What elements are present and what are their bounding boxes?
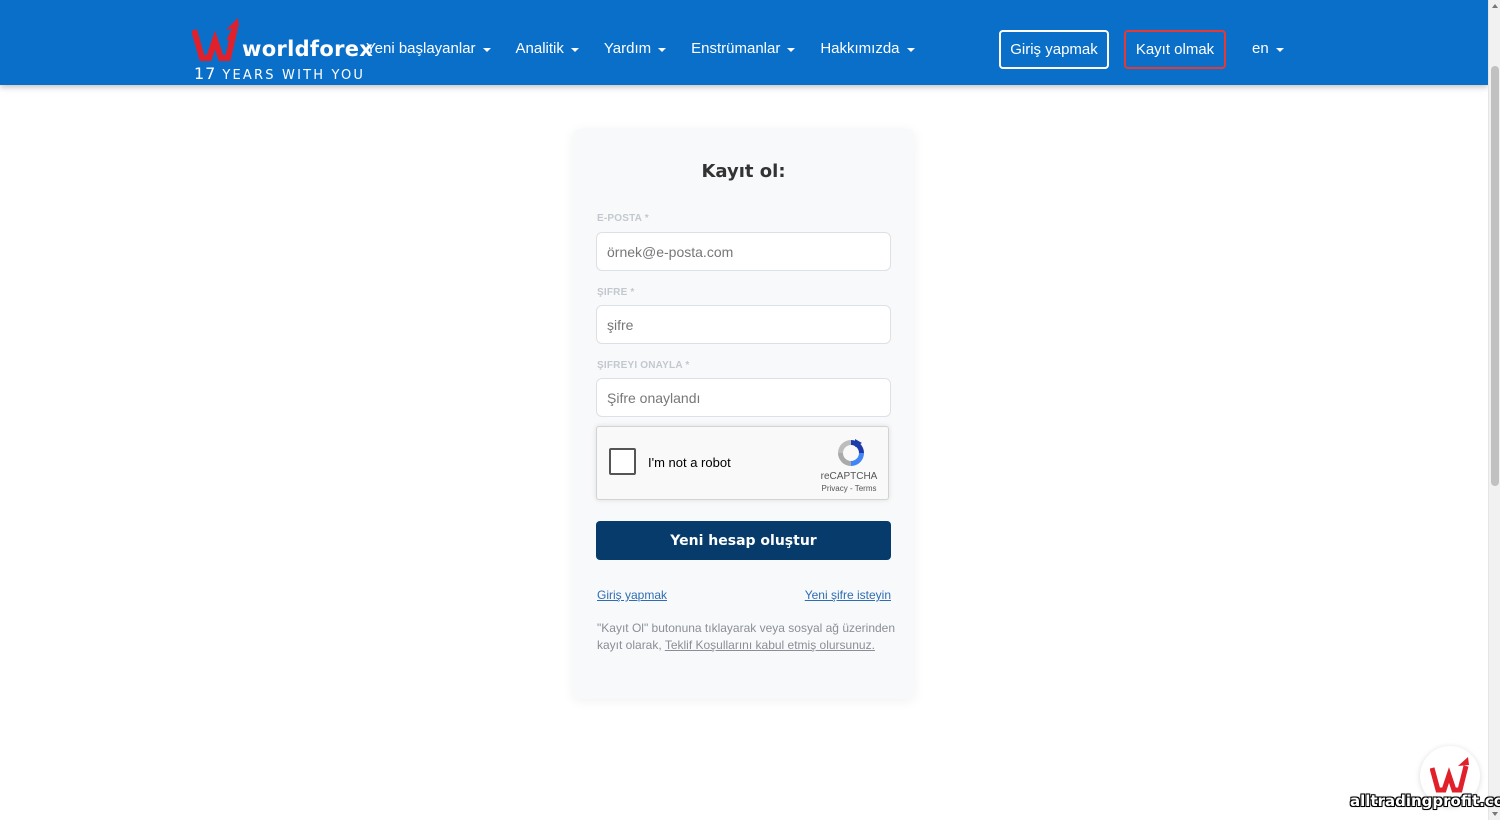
nav-item-label: Yeni başlayanlar bbox=[366, 40, 476, 57]
nav-item-about[interactable]: Hakkımızda bbox=[820, 40, 915, 57]
recaptcha-checkbox[interactable] bbox=[609, 448, 636, 475]
nav-item-beginners[interactable]: Yeni başlayanlar bbox=[366, 40, 491, 57]
logo-tagline: 17 YEARS WITH YOU bbox=[194, 64, 365, 83]
caret-down-icon bbox=[482, 47, 491, 52]
recaptcha-privacy-terms[interactable]: Privacy - Terms bbox=[811, 484, 887, 493]
email-field[interactable] bbox=[596, 232, 891, 271]
language-selector[interactable]: en bbox=[1252, 40, 1284, 57]
header-login-button[interactable]: Giriş yapmak bbox=[999, 30, 1109, 69]
terms-link[interactable]: Teklif Koşullarını kabul etmiş olursunuz… bbox=[665, 638, 875, 652]
logo-tagline-number: 17 bbox=[194, 64, 217, 83]
nav-item-help[interactable]: Yardım bbox=[603, 40, 667, 57]
recaptcha-widget: I'm not a robot reCAPTCHA Privacy - Term… bbox=[596, 426, 889, 500]
nav-item-label: Analitik bbox=[515, 40, 564, 57]
recaptcha-label: I'm not a robot bbox=[648, 455, 731, 470]
nav-item-label: Hakkımızda bbox=[820, 40, 900, 57]
terms-notice: "Kayıt Ol" butonuna tıklayarak veya sosy… bbox=[597, 620, 897, 654]
password-label: ŞIFRE * bbox=[597, 287, 635, 298]
caret-down-icon bbox=[570, 47, 579, 52]
caret-down-icon bbox=[658, 47, 667, 52]
scroll-up-arrow-icon[interactable] bbox=[1492, 4, 1498, 8]
page-scrollbar[interactable] bbox=[1488, 0, 1500, 820]
recaptcha-brand: reCAPTCHA bbox=[820, 471, 878, 482]
nav-item-label: Enstrümanlar bbox=[691, 40, 781, 57]
language-label: en bbox=[1252, 40, 1269, 57]
caret-down-icon bbox=[1275, 47, 1284, 52]
watermark-text: alltradingprofit.com bbox=[1350, 792, 1500, 810]
top-navigation-bar: worldforex 17 YEARS WITH YOU Yeni başlaya… bbox=[0, 0, 1488, 85]
password-field[interactable] bbox=[596, 305, 891, 344]
logo-tagline-text: YEARS WITH YOU bbox=[222, 68, 366, 83]
email-label: E-POSTA * bbox=[597, 213, 649, 224]
login-link[interactable]: Giriş yapmak bbox=[597, 588, 667, 602]
header-register-button[interactable]: Kayıt olmak bbox=[1124, 30, 1226, 69]
main-nav: Yeni başlayanlar Analitik Yardım Enstrüm… bbox=[366, 40, 940, 57]
page-title: Kayıt ol: bbox=[701, 161, 786, 182]
confirm-password-label: ŞIFREYI ONAYLA * bbox=[597, 360, 690, 371]
w-logo-icon bbox=[192, 18, 239, 61]
w-logo-icon bbox=[1430, 757, 1469, 793]
worldforex-logo[interactable]: worldforex 17 YEARS WITH YOU bbox=[192, 16, 373, 83]
reset-password-link[interactable]: Yeni şifre isteyin bbox=[805, 588, 891, 602]
nav-item-instruments[interactable]: Enstrümanlar bbox=[691, 40, 796, 57]
logo-wordmark: worldforex bbox=[242, 37, 374, 61]
confirm-password-field[interactable] bbox=[596, 378, 891, 417]
scrollbar-thumb[interactable] bbox=[1491, 66, 1499, 486]
nav-item-analytics[interactable]: Analitik bbox=[516, 40, 579, 57]
nav-item-label: Yardım bbox=[603, 40, 652, 57]
caret-down-icon bbox=[906, 47, 915, 52]
create-account-button[interactable]: Yeni hesap oluştur bbox=[596, 521, 891, 560]
recaptcha-logo-icon bbox=[838, 439, 864, 466]
registration-card: Kayıt ol: E-POSTA * ŞIFRE * ŞIFREYI ONAY… bbox=[573, 129, 914, 699]
scroll-down-arrow-icon[interactable] bbox=[1492, 812, 1498, 816]
caret-down-icon bbox=[787, 47, 796, 52]
